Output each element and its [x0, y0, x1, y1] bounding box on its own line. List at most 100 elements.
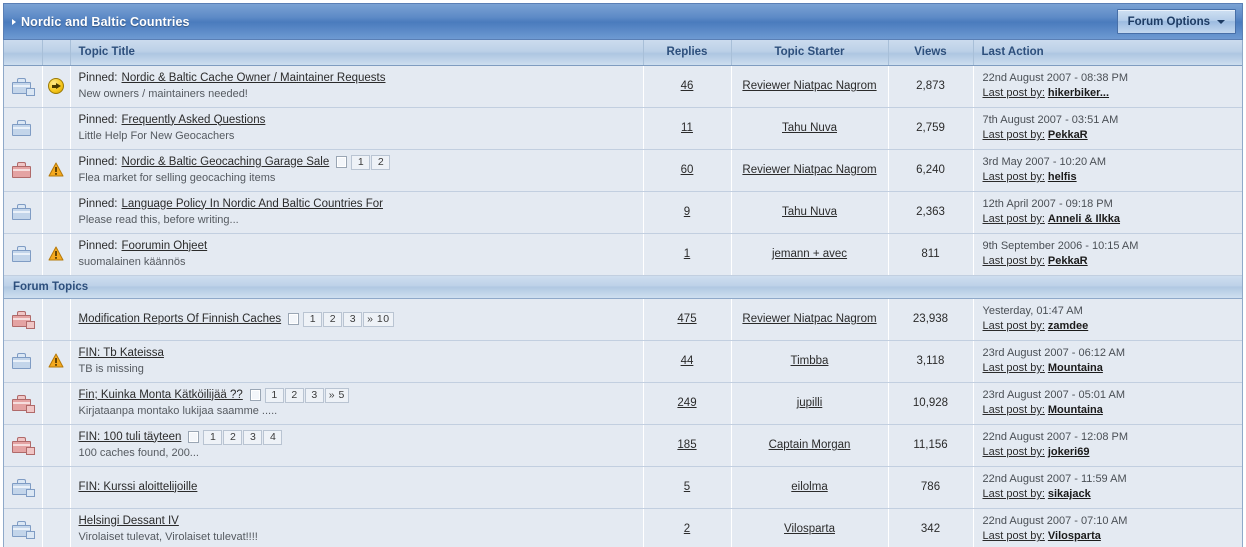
views-count: 2,873 [916, 80, 945, 92]
views-count: 342 [920, 523, 941, 536]
page-link[interactable]: 4 [263, 429, 283, 445]
last-post-user-link[interactable]: Mountaina [1048, 404, 1103, 416]
topic-title-link[interactable]: Nordic & Baltic Cache Owner / Maintainer… [122, 71, 386, 86]
folder-blue-new-icon [12, 520, 36, 539]
replies-count-link[interactable]: 2 [684, 523, 690, 535]
replies-count-link[interactable]: 9 [684, 206, 690, 218]
page-link[interactable]: 1 [264, 387, 284, 403]
topic-title-link[interactable]: Helsingi Dessant IV [79, 514, 179, 529]
views-count: 6,240 [916, 164, 945, 176]
folder-blue-icon [12, 352, 33, 370]
replies-count-link[interactable]: 475 [677, 313, 696, 325]
topic-title-link[interactable]: Nordic & Baltic Geocaching Garage Sale [122, 155, 330, 170]
views-count: 11,156 [913, 439, 948, 451]
table-row: Pinned: Language Policy In Nordic And Bal… [4, 191, 1243, 234]
last-post-user-link[interactable]: jokeri69 [1048, 446, 1090, 458]
topic-starter-link[interactable]: Timbba [791, 355, 829, 367]
topic-status-cell [42, 149, 71, 192]
topic-title-link[interactable]: Foorumin Ohjeet [122, 239, 208, 254]
replies-count-link[interactable]: 11 [681, 122, 693, 134]
page-link[interactable]: 3 [304, 387, 324, 403]
table-row: FIN: Kurssi aloittelijoille 5 eilolma 786 22… [4, 466, 1242, 509]
last-post-line: Last post by: helfis [983, 170, 1243, 185]
last-post-user-link[interactable]: hikerbiker... [1048, 87, 1109, 99]
table-body: Pinned: Nordic & Baltic Cache Owner / Mai… [4, 65, 1242, 547]
topic-starter-link[interactable]: jemann + avec [772, 248, 847, 260]
topic-starter-link[interactable]: eilolma [791, 481, 827, 493]
last-post-user-link[interactable]: sikajack [1048, 488, 1091, 500]
last-post-user-link[interactable]: zamdee [1048, 320, 1088, 332]
folder-blue-icon [12, 203, 33, 221]
topic-starter-link[interactable]: Vilosparta [784, 523, 835, 535]
page-link[interactable]: 3 [343, 311, 363, 327]
topic-title-cell: Pinned: Language Policy In Nordic And Bal… [70, 191, 644, 234]
topic-description: suomalainen käännös [78, 255, 186, 268]
page-link[interactable]: 3 [243, 429, 263, 445]
replies-count-link[interactable]: 185 [677, 439, 696, 451]
topic-status-cell [42, 233, 71, 276]
table-row: FIN: 100 tuli täyteen 1 2 3 4 100 caches foun… [4, 424, 1242, 467]
topic-last-action-cell: 22nd August 2007 - 12:08 PM Last post by:… [973, 424, 1242, 467]
column-header-replies[interactable]: Replies [643, 40, 732, 66]
topic-starter-link[interactable]: Reviewer Niatpac Nagrom [742, 80, 876, 92]
page-link[interactable]: 2 [323, 311, 343, 327]
last-action-date: 23rd August 2007 - 06:12 AM [982, 347, 1126, 359]
column-header-topic-title[interactable]: Topic Title [70, 40, 644, 66]
replies-count-link[interactable]: 249 [677, 397, 696, 409]
topic-starter-link[interactable]: Tahu Nuva [782, 122, 837, 134]
last-post-by-label: Last post by: [982, 129, 1045, 141]
forum-options-button[interactable]: Forum Options [1116, 9, 1236, 34]
last-post-user-link[interactable]: PekkaR [1048, 129, 1088, 141]
topic-title-line: Pinned: Foorumin Ohjeet [79, 239, 635, 254]
last-post-by-label: Last post by: [982, 213, 1045, 225]
pagination: 1 2 3» 5 [249, 387, 350, 403]
last-post-user-link[interactable]: PekkaR [1048, 255, 1088, 267]
page-link[interactable]: 2 [371, 154, 391, 170]
topic-title-line: Modification Reports Of Finnish Caches 1 2… [79, 311, 635, 327]
page-link[interactable]: » 5 [324, 387, 349, 403]
replies-count-link[interactable]: 5 [684, 481, 690, 493]
last-post-by-label: Last post by: [982, 255, 1045, 267]
page-link[interactable]: » 10 [363, 311, 394, 327]
replies-count-link[interactable]: 46 [681, 80, 694, 92]
topic-title-link[interactable]: FIN: Tb Kateissa [79, 346, 164, 361]
page-link[interactable]: 1 [203, 429, 223, 445]
table-row: Pinned: Nordic & Baltic Geocaching Garage… [4, 149, 1243, 192]
page-link[interactable]: 1 [303, 311, 323, 327]
last-post-user-link[interactable]: Mountaina [1048, 362, 1103, 374]
topic-title-link[interactable]: Frequently Asked Questions [122, 113, 266, 128]
topic-starter-link[interactable]: jupilli [797, 397, 823, 409]
topic-status-cell [42, 382, 71, 425]
topic-title-link[interactable]: Fin; Kuinka Monta Kätköilijää ?? [79, 388, 243, 403]
topic-title-link[interactable]: Language Policy In Nordic And Baltic Cou… [122, 197, 383, 212]
replies-count-link[interactable]: 60 [681, 164, 694, 176]
last-post-user-link[interactable]: Anneli & Ilkka [1048, 213, 1120, 225]
column-header-last-action[interactable]: Last Action [973, 40, 1242, 66]
page-link[interactable]: 2 [223, 429, 243, 445]
warning-icon [48, 353, 64, 369]
last-post-user-link[interactable]: helfis [1048, 171, 1077, 183]
topic-replies-cell: 1 [643, 233, 732, 276]
topic-title-link[interactable]: FIN: Kurssi aloittelijoille [79, 480, 198, 495]
topic-starter-link[interactable]: Reviewer Niatpac Nagrom [742, 313, 876, 325]
forum-page: Nordic and Baltic Countries Forum Option… [0, 0, 1246, 547]
topic-title-link[interactable]: Modification Reports Of Finnish Caches [79, 312, 282, 327]
topic-title-cell: Pinned: Nordic & Baltic Geocaching Garage… [70, 149, 644, 192]
replies-count-link[interactable]: 1 [684, 248, 690, 260]
topic-starter-link[interactable]: Reviewer Niatpac Nagrom [742, 164, 876, 176]
topic-title-line: Pinned: Nordic & Baltic Cache Owner / Mai… [79, 71, 635, 86]
page-link[interactable]: 1 [351, 154, 371, 170]
last-post-user-link[interactable]: Vilosparta [1048, 530, 1101, 542]
topic-starter-link[interactable]: Captain Morgan [769, 439, 851, 451]
column-header-topic-starter[interactable]: Topic Starter [731, 40, 889, 66]
page-link[interactable]: 2 [284, 387, 304, 403]
triangle-right-icon [12, 18, 16, 25]
topic-starter-link[interactable]: Tahu Nuva [782, 206, 837, 218]
topic-title-link[interactable]: FIN: 100 tuli täyteen [79, 430, 182, 445]
topic-title-cell: FIN: 100 tuli täyteen 1 2 3 4 100 caches foun… [70, 424, 644, 467]
column-header-views[interactable]: Views [888, 40, 974, 66]
last-post-line: Last post by: Anneli & Ilkka [983, 212, 1243, 227]
forum-title-bar: Nordic and Baltic Countries Forum Option… [3, 3, 1243, 40]
topic-views-cell: 2,873 [888, 65, 974, 108]
replies-count-link[interactable]: 44 [681, 355, 694, 367]
